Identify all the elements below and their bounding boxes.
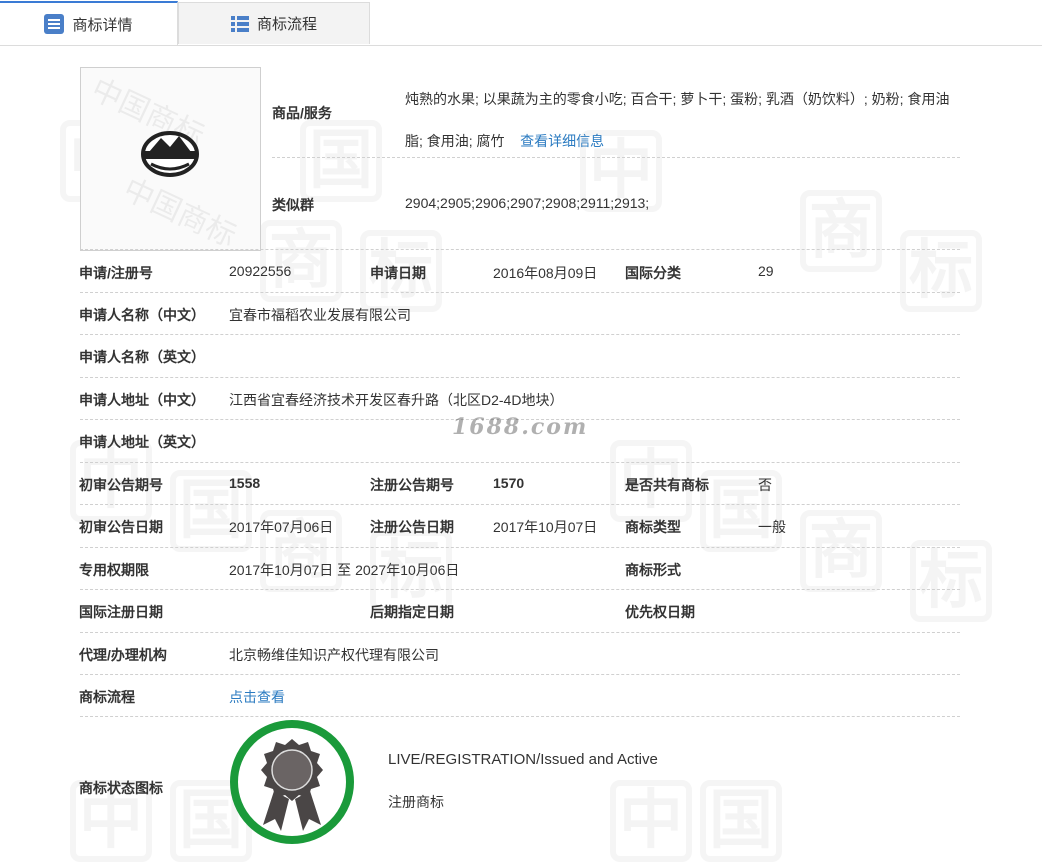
- reg-no-label: 申请/注册号: [79, 265, 153, 281]
- tab-bar: 商标详情 商标流程: [0, 0, 1042, 46]
- priority-date-label: 优先权日期: [625, 604, 695, 620]
- exclusive-label: 专用权期限: [79, 562, 149, 578]
- goods-label: 商品/服务: [272, 105, 332, 121]
- tm-type-label: 商标类型: [625, 519, 681, 535]
- applicant-cn-value: 宜春市福稻农业发展有限公司: [229, 307, 411, 323]
- applicant-en-label: 申请人名称（英文）: [79, 349, 205, 365]
- divider: [272, 157, 960, 158]
- tm-form-label: 商标形式: [625, 562, 681, 578]
- tab-label: 商标详情: [72, 16, 133, 34]
- status-label: 商标状态图标: [79, 780, 163, 796]
- tab-label: 商标流程: [256, 16, 317, 33]
- view-flow-link[interactable]: 点击查看: [229, 687, 285, 707]
- tm-type-value: 一般: [758, 519, 786, 535]
- trademark-image: 中国商标 中国商标: [80, 67, 261, 251]
- intl-reg-date-label: 国际注册日期: [79, 604, 163, 620]
- divider: [80, 249, 960, 250]
- divider: [80, 377, 960, 378]
- tab-trademark-details[interactable]: 商标详情: [0, 1, 178, 45]
- intl-class-value: 29: [758, 263, 774, 279]
- award-ribbon-icon: [230, 720, 354, 844]
- intl-class-label: 国际分类: [625, 265, 681, 281]
- exclusive-value: 2017年10月07日 至 2027年10月06日: [229, 562, 460, 578]
- agent-label: 代理/办理机构: [79, 647, 167, 663]
- similar-group-label: 类似群: [272, 197, 314, 213]
- trademark-logo-emblem: [141, 131, 199, 177]
- prelim-no-label: 初审公告期号: [79, 477, 163, 493]
- reg-no-value: 20922556: [229, 263, 292, 279]
- address-cn-value: 江西省宜春经济技术开发区春升路（北区D2-4D地块）: [229, 392, 564, 408]
- apply-date-value: 2016年08月09日: [493, 265, 598, 281]
- list-icon: [230, 15, 249, 32]
- status-cn: 注册商标: [388, 794, 444, 810]
- address-cn-label: 申请人地址（中文）: [79, 392, 205, 408]
- address-en-label: 申请人地址（英文）: [79, 434, 205, 450]
- reg-pub-no-label: 注册公告期号: [370, 477, 454, 493]
- divider: [80, 674, 960, 675]
- flow-label: 商标流程: [79, 689, 135, 705]
- applicant-cn-label: 申请人名称（中文）: [79, 307, 205, 323]
- divider: [80, 334, 960, 335]
- divider: [80, 292, 960, 293]
- divider: [80, 547, 960, 548]
- divider: [80, 589, 960, 590]
- reg-pub-no-value: 1570: [493, 475, 525, 491]
- document-icon: [44, 14, 65, 34]
- prelim-no-value: 1558: [229, 475, 261, 491]
- similar-group-value: 2904;2905;2906;2907;2908;2911;2913;: [405, 195, 650, 211]
- view-details-link[interactable]: 查看详细信息: [520, 133, 604, 149]
- prelim-date-label: 初审公告日期: [79, 519, 163, 535]
- site-watermark: 1688.com: [452, 414, 589, 440]
- divider: [80, 462, 960, 463]
- shared-value: 否: [758, 477, 772, 493]
- reg-pub-date-value: 2017年10月07日: [493, 519, 598, 535]
- prelim-date-value: 2017年07月06日: [229, 519, 334, 535]
- divider: [80, 716, 960, 717]
- status-en: LIVE/REGISTRATION/Issued and Active: [388, 751, 658, 768]
- tab-trademark-flow[interactable]: 商标流程: [178, 2, 370, 44]
- reg-pub-date-label: 注册公告日期: [370, 519, 454, 535]
- later-date-label: 后期指定日期: [370, 604, 454, 620]
- goods-text: 炖熟的水果; 以果蔬为主的零食小吃; 百合干; 萝卜干; 蛋粉; 乳酒（奶饮料）…: [405, 91, 950, 149]
- agent-value: 北京畅维佳知识产权代理有限公司: [229, 647, 439, 663]
- goods-services-value: 炖熟的水果; 以果蔬为主的零食小吃; 百合干; 萝卜干; 蛋粉; 乳酒（奶饮料）…: [405, 78, 960, 162]
- apply-date-label: 申请日期: [370, 265, 426, 281]
- divider: [80, 632, 960, 633]
- divider: [80, 504, 960, 505]
- shared-label: 是否共有商标: [625, 477, 709, 493]
